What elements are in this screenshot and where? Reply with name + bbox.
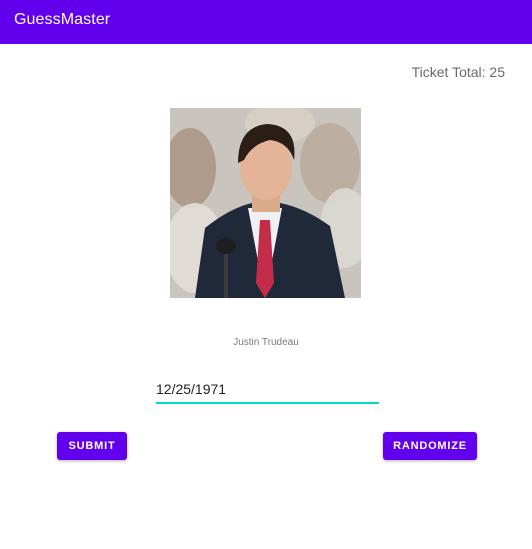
randomize-button[interactable]: RANDOMIZE	[383, 432, 477, 460]
submit-button[interactable]: SUBMIT	[57, 432, 127, 460]
app-title: GuessMaster	[14, 11, 111, 28]
entity-photo	[170, 108, 361, 298]
ticket-total: Ticket Total: 25	[411, 64, 505, 80]
date-input[interactable]	[156, 379, 379, 404]
entity-name: Justin Trudeau	[233, 337, 299, 348]
app-bar: GuessMaster	[0, 0, 532, 44]
